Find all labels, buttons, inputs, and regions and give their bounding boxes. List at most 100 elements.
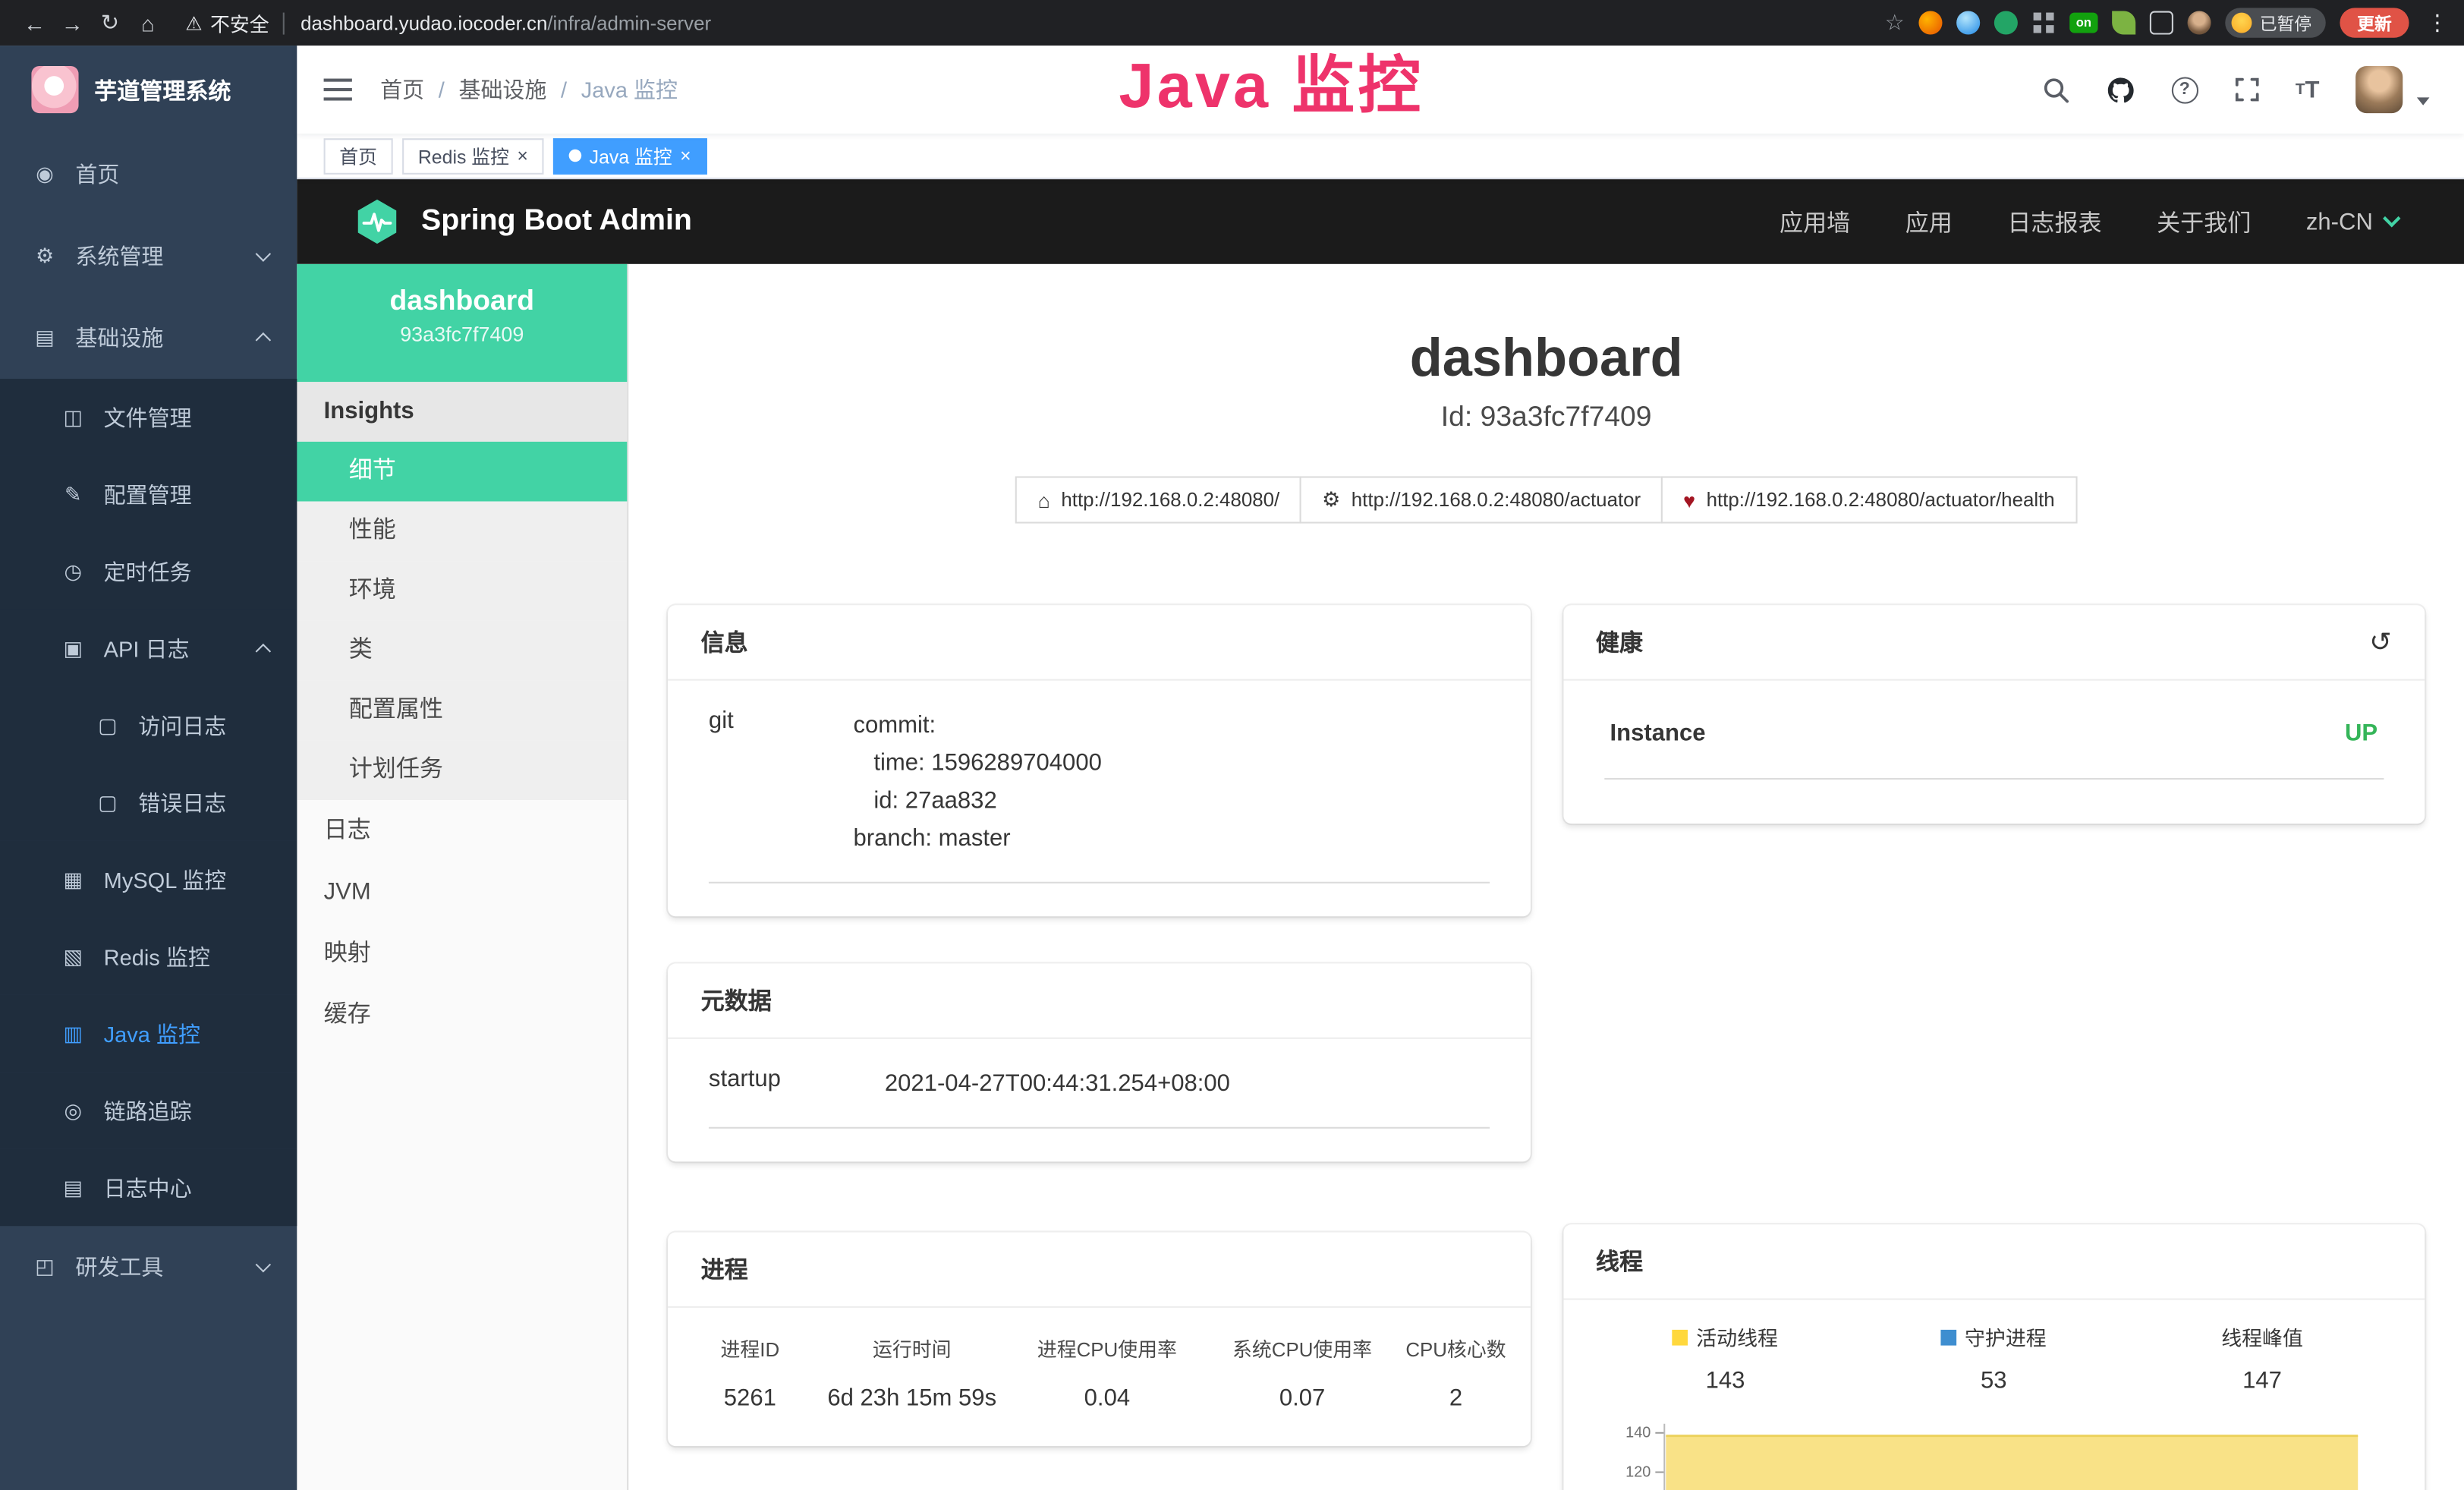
legend-daemon-threads: 守护进程 53 [1859, 1322, 2128, 1394]
sidebar-item-config-management[interactable]: ✎ 配置管理 [0, 456, 297, 533]
hamburger-menu-icon[interactable] [324, 79, 352, 101]
bookmark-star-icon[interactable]: ☆ [1885, 9, 1905, 36]
paused-extensions-badge[interactable]: 已暂停 [2225, 8, 2326, 37]
sba-menu-details[interactable]: 细节 [297, 442, 627, 502]
actuator-url-link[interactable]: ⚙ http://192.168.0.2:48080/actuator [1300, 476, 1663, 523]
instance-header[interactable]: dashboard 93a3fc7f7409 [297, 264, 627, 382]
close-icon[interactable]: × [517, 146, 528, 165]
extension-icon-grid[interactable] [2032, 11, 2056, 34]
sidebar-item-trace[interactable]: ◎ 链路追踪 [0, 1072, 297, 1148]
metadata-card-header: 元数据 [668, 963, 1530, 1038]
health-card-body: Instance UP [1562, 681, 2425, 824]
tab-java-monitor[interactable]: Java 监控 × [553, 137, 706, 174]
address-bar[interactable]: ⚠ 不安全 dashboard.yudao.iocoder.cn/infra/a… [185, 8, 711, 37]
sba-header: Spring Boot Admin 应用墙 应用 日志报表 关于我们 zh-CN [297, 179, 2464, 264]
sba-nav-wallboard[interactable]: 应用墙 [1780, 205, 1850, 238]
sidebar-item-api-logs[interactable]: ▣ API 日志 [0, 610, 297, 686]
tags-view-bar: 首页 Redis 监控 × Java 监控 × [297, 134, 2464, 179]
git-branch-line: branch: master [853, 821, 1101, 858]
service-url-text: http://192.168.0.2:48080/ [1061, 489, 1279, 511]
card-title: 线程 [1596, 1245, 1643, 1277]
sba-brand-title[interactable]: Spring Boot Admin [421, 204, 692, 239]
breadcrumb-home[interactable]: 首页 [380, 74, 424, 105]
sidebar-item-mysql-monitor[interactable]: ▦ MySQL 监控 [0, 841, 297, 918]
sba-nav-about[interactable]: 关于我们 [2157, 205, 2251, 238]
spring-boot-admin-logo-icon[interactable] [354, 198, 401, 245]
browser-home-icon[interactable]: ⌂ [129, 10, 167, 35]
sba-main: dashboard Id: 93a3fc7f7409 ⌂ http://192.… [628, 264, 2464, 1490]
history-icon[interactable]: ↺ [2369, 628, 2392, 655]
fullscreen-icon[interactable] [2234, 77, 2259, 102]
sidebar-item-scheduled-jobs[interactable]: ◷ 定时任务 [0, 533, 297, 610]
sba-menu-performance[interactable]: 性能 [297, 502, 627, 562]
sba-menu-jvm[interactable]: JVM [297, 862, 627, 923]
sidebar-item-java-monitor[interactable]: ▥ Java 监控 [0, 995, 297, 1072]
sba-menu-config-properties[interactable]: 配置属性 [297, 681, 627, 741]
app-logo-row[interactable]: 芋道管理系统 [0, 46, 297, 134]
extension-icon-blue-drop[interactable] [1956, 11, 1980, 34]
font-size-icon[interactable]: TT [2296, 76, 2320, 102]
avatar-caret-icon[interactable] [2417, 96, 2430, 104]
sidebar-item-file-management[interactable]: ◫ 文件管理 [0, 379, 297, 455]
sidebar-item-access-logs[interactable]: ▢ 访问日志 [0, 687, 297, 764]
sidebar-item-redis-monitor[interactable]: ▧ Redis 监控 [0, 918, 297, 994]
legend-value: 147 [2128, 1368, 2396, 1394]
sba-menu-caches[interactable]: 缓存 [297, 984, 627, 1045]
close-icon[interactable]: × [680, 146, 691, 165]
browser-forward-icon[interactable]: → [53, 10, 91, 35]
extension-icon-orange[interactable] [1918, 11, 1942, 34]
trace-icon: ◎ [60, 1098, 87, 1123]
sba-language-select[interactable]: zh-CN [2306, 208, 2398, 235]
process-value-system-cpu: 0.07 [1207, 1384, 1398, 1411]
sba-nav-applications[interactable]: 应用 [1905, 205, 1953, 238]
gear-icon: ⚙ [31, 244, 58, 269]
extension-icon-green-circle[interactable] [1994, 11, 2018, 34]
health-status-badge: UP [2345, 720, 2377, 746]
sba-menu-logs[interactable]: 日志 [297, 800, 627, 862]
service-url-link[interactable]: ⌂ http://192.168.0.2:48080/ [1016, 476, 1302, 523]
url-host: dashboard.yudao.iocoder.cn [301, 12, 547, 34]
extension-icon-puzzle[interactable] [2150, 11, 2173, 34]
breadcrumb-infrastructure[interactable]: 基础设施 [458, 74, 546, 105]
sidebar-item-error-logs[interactable]: ▢ 错误日志 [0, 764, 297, 840]
browser-menu-icon[interactable]: ⋮ [2426, 9, 2448, 36]
process-header-system-cpu: 系统CPU使用率 [1207, 1333, 1398, 1362]
sidebar-item-dev-tools[interactable]: ◰ 研发工具 [0, 1226, 297, 1308]
user-avatar[interactable] [2355, 66, 2403, 113]
tab-home[interactable]: 首页 [324, 137, 393, 174]
extension-icon-on-badge[interactable]: on [2069, 13, 2097, 33]
chrome-update-button[interactable]: 更新 [2340, 8, 2409, 37]
health-url-link[interactable]: ♥ http://192.168.0.2:48080/actuator/heal… [1661, 476, 2077, 523]
threads-legend: 活动线程 143 守护进程 [1591, 1322, 2396, 1394]
git-row-label: git [709, 707, 854, 858]
sidebar-item-log-center[interactable]: ▤ 日志中心 [0, 1149, 297, 1226]
card-title: 进程 [701, 1252, 748, 1285]
tab-redis-monitor[interactable]: Redis 监控 × [402, 137, 543, 174]
git-row-value: commit: time: 1596289704000 id: 27aa832 … [853, 707, 1101, 858]
sidebar-item-infrastructure[interactable]: ▤ 基础设施 [0, 297, 297, 379]
sba-body: dashboard 93a3fc7f7409 Insights 细节 性能 环境… [297, 264, 2464, 1490]
search-icon[interactable] [2042, 76, 2069, 102]
monitor-icon: ▥ [60, 1021, 87, 1046]
sidebar-item-home[interactable]: ◉ 首页 [0, 134, 297, 216]
help-icon[interactable]: ? [2171, 76, 2198, 102]
browser-profile-avatar[interactable] [2188, 11, 2211, 34]
legend-value: 143 [1591, 1367, 1860, 1394]
breadcrumb: 首页 / 基础设施 / Java 监控 [380, 74, 678, 105]
sba-menu-scheduled-tasks[interactable]: 计划任务 [297, 740, 627, 800]
sba-menu-environment[interactable]: 环境 [297, 561, 627, 621]
github-icon[interactable] [2105, 74, 2135, 104]
sidebar-item-label: 日志中心 [104, 1172, 192, 1203]
process-card: 进程 进程ID 运行时间 进程CPU使用率 系统CPU使用率 [668, 1233, 1530, 1447]
browser-back-icon[interactable]: ← [16, 10, 54, 35]
instance-health-row[interactable]: Instance UP [1603, 715, 2384, 780]
app-logo [31, 66, 78, 113]
sba-nav-journal[interactable]: 日志报表 [2007, 205, 2101, 238]
sba-menu-mappings[interactable]: 映射 [297, 923, 627, 984]
sidebar-item-system-management[interactable]: ⚙ 系统管理 [0, 216, 297, 298]
extension-icon-leaf[interactable] [2112, 11, 2135, 34]
instance-title: dashboard [628, 332, 2464, 385]
threads-card-body: 活动线程 143 守护进程 [1562, 1300, 2425, 1490]
browser-reload-icon[interactable]: ↻ [91, 9, 129, 36]
sba-menu-classes[interactable]: 类 [297, 621, 627, 681]
